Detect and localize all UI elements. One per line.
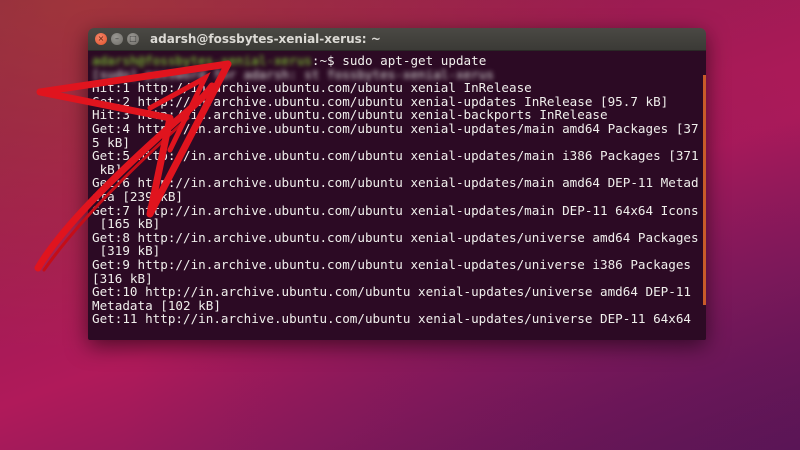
terminal-output[interactable]: adarsh@fossbytes-xenial-xerus:~$ sudo ap…: [88, 51, 706, 340]
output-lines: [sudo] password for adarsh: st fossbytes…: [92, 66, 706, 327]
output-line: Hit:1 http://in.archive.ubuntu.com/ubunt…: [92, 80, 532, 96]
window-controls: × – □: [95, 33, 139, 45]
output-line: Get:2 http://in.archive.ubuntu.com/ubunt…: [92, 93, 669, 109]
maximize-icon[interactable]: □: [127, 33, 139, 45]
output-line: Hit:3 http://in.archive.ubuntu.com/ubunt…: [92, 107, 608, 123]
scrollbar[interactable]: [702, 51, 706, 340]
terminal-window[interactable]: × – □ adarsh@fossbytes-xenial-xerus: ~ a…: [88, 28, 706, 340]
title-bar[interactable]: × – □ adarsh@fossbytes-xenial-xerus: ~: [88, 28, 706, 51]
output-line: [319 kB]: [92, 243, 161, 259]
output-line: Get:7 http://in.archive.ubuntu.com/ubunt…: [92, 202, 699, 218]
prompt-line: adarsh@fossbytes-xenial-xerus:~$ sudo ap…: [92, 54, 706, 68]
scrollbar-thumb[interactable]: [703, 75, 706, 305]
command-text: sudo apt-get update: [342, 53, 487, 68]
output-line: Get:11 http://in.archive.ubuntu.com/ubun…: [92, 311, 691, 327]
output-line: Get:6 http://in.archive.ubuntu.com/ubunt…: [92, 175, 699, 191]
close-icon[interactable]: ×: [95, 33, 107, 45]
window-title: adarsh@fossbytes-xenial-xerus: ~: [150, 32, 381, 46]
output-line: Get:5 http://in.archive.ubuntu.com/ubunt…: [92, 148, 699, 164]
output-line: 5 kB]: [92, 134, 130, 150]
output-line: Metadata [102 kB]: [92, 297, 221, 313]
output-line: Get:10 http://in.archive.ubuntu.com/ubun…: [92, 284, 691, 300]
output-line: Get:8 http://in.archive.ubuntu.com/ubunt…: [92, 229, 699, 245]
minimize-icon[interactable]: –: [111, 33, 123, 45]
prompt-user: adarsh@fossbytes-xenial-xerus: [92, 53, 312, 68]
output-line: Get:4 http://in.archive.ubuntu.com/ubunt…: [92, 120, 699, 136]
output-line: Get:9 http://in.archive.ubuntu.com/ubunt…: [92, 256, 691, 272]
output-line: [sudo] password for adarsh: st fossbytes…: [92, 66, 494, 82]
output-line: ata [239 kB]: [92, 188, 183, 204]
output-line: kB]: [92, 161, 123, 177]
output-line: [165 kB]: [92, 216, 161, 232]
output-line: [316 kB]: [92, 270, 153, 286]
prompt-path: :~$: [311, 53, 343, 68]
